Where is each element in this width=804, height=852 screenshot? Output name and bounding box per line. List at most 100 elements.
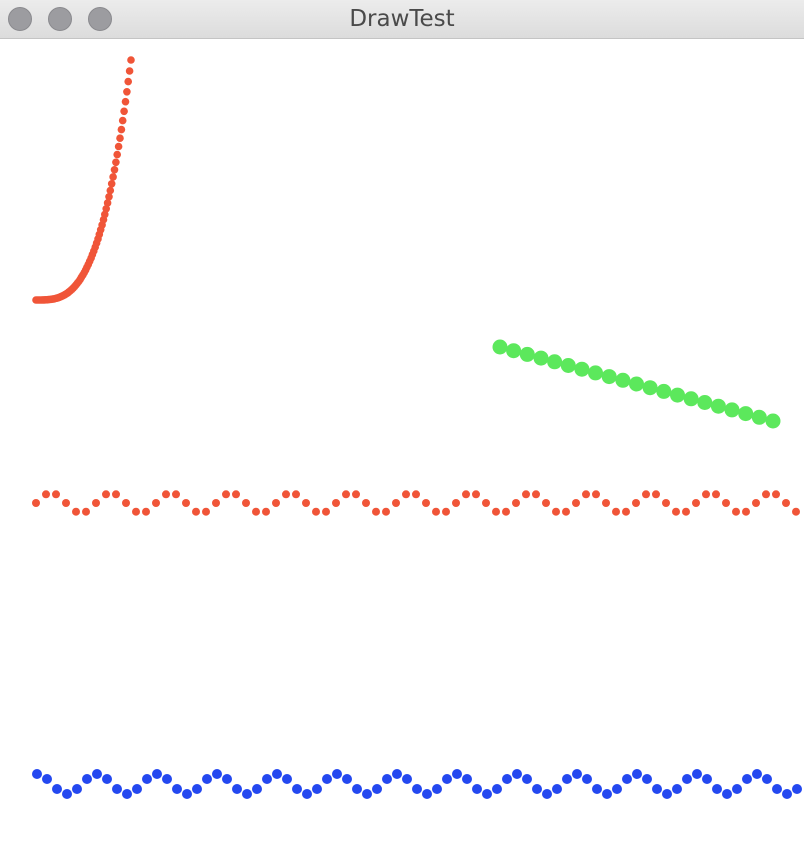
line-dot	[615, 372, 631, 388]
line-dot	[601, 369, 617, 385]
red-wave-dot	[172, 490, 180, 499]
red-wave-dot	[322, 507, 330, 516]
blue-wave-dot	[82, 774, 92, 784]
red-wave-dot	[402, 490, 410, 499]
blue-wave-dot	[752, 769, 762, 779]
red-wave-dot	[542, 499, 550, 507]
red-wave-dot	[682, 507, 690, 516]
blue-wave-dot	[692, 769, 702, 779]
blue-wave-dot	[32, 769, 42, 779]
red-wave-dot	[302, 499, 310, 507]
red-sine-wave	[32, 490, 800, 516]
line-dot	[574, 361, 590, 377]
blue-wave-dot	[282, 774, 292, 784]
red-wave-dot	[692, 499, 700, 507]
blue-wave-dot	[642, 774, 652, 784]
blue-wave-dot	[292, 784, 302, 794]
red-wave-dot	[712, 490, 720, 499]
blue-wave-dot	[312, 784, 322, 794]
blue-wave-dot	[782, 789, 792, 799]
red-wave-dot	[782, 499, 790, 507]
blue-wave-dot	[132, 784, 142, 794]
blue-wave-dot	[792, 784, 802, 794]
line-dot	[642, 380, 658, 396]
exp-dot	[124, 77, 132, 86]
line-dot	[697, 395, 713, 410]
red-wave-dot	[42, 490, 50, 499]
exp-dot	[113, 150, 121, 159]
blue-wave-dot	[172, 784, 182, 794]
exp-dot	[123, 88, 131, 96]
red-wave-dot	[112, 490, 120, 499]
drawing-canvas	[0, 40, 804, 852]
red-wave-dot	[102, 490, 110, 499]
red-wave-dot	[412, 490, 420, 499]
red-wave-dot	[122, 499, 130, 507]
red-wave-dot	[772, 490, 780, 499]
blue-wave-dot	[362, 789, 372, 799]
exp-dot	[114, 142, 123, 151]
blue-wave-dot	[42, 774, 52, 784]
red-wave-dot	[382, 507, 390, 516]
red-wave-dot	[332, 499, 340, 507]
line-dot	[683, 391, 699, 407]
blue-wave-dot	[102, 774, 112, 784]
blue-wave-dot	[612, 784, 622, 794]
exp-dot	[107, 180, 116, 188]
blue-wave-dot	[632, 769, 642, 779]
red-wave-dot	[472, 490, 480, 499]
red-wave-dot	[462, 490, 470, 499]
blue-wave-dot	[352, 784, 362, 794]
exp-dot	[116, 134, 124, 142]
blue-wave-dot	[602, 789, 612, 799]
blue-wave-dot	[462, 774, 472, 784]
red-wave-dot	[492, 507, 500, 516]
exp-dot	[121, 97, 130, 106]
red-wave-dot	[222, 490, 230, 499]
blue-wave-dot	[262, 774, 272, 784]
exp-dot	[117, 125, 126, 134]
exp-dot	[125, 67, 134, 75]
red-wave-dot	[372, 507, 380, 516]
red-wave-dot	[732, 507, 740, 516]
red-wave-dot	[32, 499, 40, 507]
blue-wave-dot	[372, 784, 382, 794]
red-wave-dot	[432, 507, 440, 516]
blue-wave-dot	[192, 784, 202, 794]
blue-wave-dot	[622, 774, 632, 784]
blue-wave-dot	[582, 774, 592, 784]
red-wave-dot	[642, 490, 650, 499]
blue-wave-dot	[202, 774, 212, 784]
red-wave-dot	[532, 490, 540, 499]
blue-wave-dot	[512, 769, 522, 779]
exp-dot	[106, 186, 115, 195]
red-wave-dot	[292, 490, 300, 499]
blue-wave-dot	[662, 789, 672, 799]
blue-wave-dot	[522, 774, 532, 784]
blue-wave-dot	[112, 784, 122, 794]
blue-wave-dot	[252, 784, 262, 794]
red-wave-dot	[82, 507, 90, 516]
red-wave-dot	[362, 499, 370, 507]
blue-wave-dot	[572, 769, 582, 779]
red-wave-dot	[142, 507, 150, 516]
blue-wave-dot	[232, 784, 242, 794]
line-dot	[656, 383, 672, 399]
line-dot	[751, 409, 767, 425]
blue-wave-dot	[52, 784, 62, 794]
blue-wave-dot	[772, 784, 782, 794]
line-dot	[519, 346, 535, 362]
line-dot	[629, 376, 644, 392]
red-wave-dot	[502, 507, 510, 516]
red-wave-dot	[192, 507, 200, 516]
blue-wave-dot	[472, 784, 482, 794]
blue-sine-wave	[32, 769, 802, 799]
line-dot	[547, 354, 563, 370]
red-wave-dot	[602, 499, 610, 507]
blue-wave-dot	[272, 769, 282, 779]
red-wave-dot	[522, 490, 530, 499]
blue-wave-dot	[222, 774, 232, 784]
red-wave-dot	[212, 499, 220, 507]
red-wave-dot	[662, 499, 670, 507]
blue-wave-dot	[152, 769, 162, 779]
